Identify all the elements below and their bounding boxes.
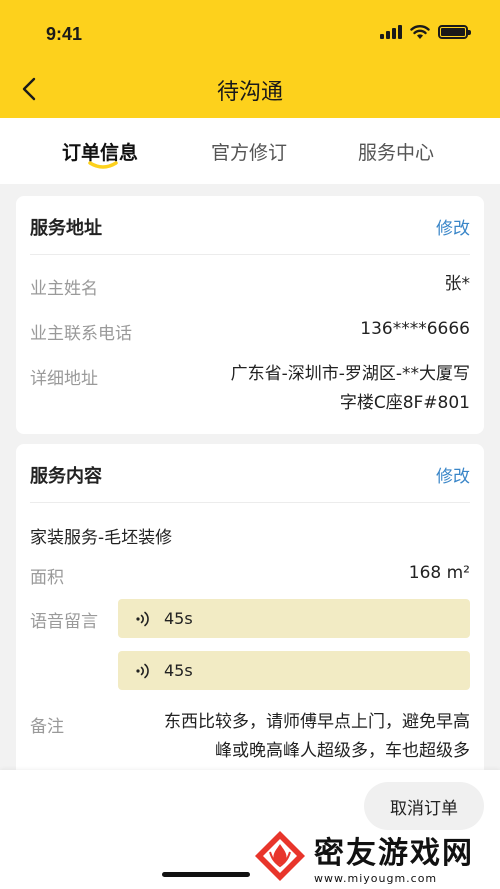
header-bar: 9:41 待沟通 [0, 0, 500, 118]
status-icons [380, 24, 471, 40]
tab-official-revision[interactable]: 官方修订 [211, 138, 287, 165]
divider [30, 254, 470, 255]
voice-duration: 45s [164, 609, 193, 628]
remark-line2: 峰或晚高峰人超级多，车也超级多 [215, 741, 470, 761]
watermark-title: 密友游戏网 [314, 835, 474, 871]
owner-phone-value: 136****6666 [360, 319, 470, 339]
area-value: 168 m² [408, 563, 470, 583]
home-indicator [162, 872, 250, 877]
watermark-url: www.miyougm.com [314, 871, 438, 885]
diamond-logo-icon [255, 831, 305, 881]
tab-service-center[interactable]: 服务中心 [358, 138, 434, 165]
owner-name-value: 张* [444, 274, 471, 294]
edit-service-button[interactable]: 修改 [436, 462, 470, 487]
address-value-line1: 广东省-深圳市-罗湖区-**大厦写 [230, 364, 470, 384]
voice-message[interactable]: 45s [118, 599, 470, 638]
sound-wave-icon [136, 611, 149, 626]
address-label: 详细地址 [30, 369, 98, 389]
voice-message-label: 语音留言 [30, 612, 98, 632]
voice-message[interactable]: 45s [118, 651, 470, 690]
owner-phone-label: 业主联系电话 [30, 324, 132, 344]
remark-line1: 东西比较多，请师傅早点上门，避免早高 [164, 712, 470, 732]
page-title: 待沟通 [216, 80, 283, 105]
service-type: 家装服务-毛坯装修 [30, 528, 173, 548]
watermark: 密友游戏网 www.miyougm.com [252, 826, 492, 886]
tab-bar: 订单信息 官方修订 服务中心 [0, 118, 500, 184]
voice-duration: 45s [164, 661, 193, 680]
active-tab-indicator [88, 161, 118, 169]
wifi-icon [410, 25, 430, 39]
address-value-line2: 字楼C座8F#801 [339, 393, 470, 413]
service-card: 服务内容 修改 家装服务-毛坯装修 面积 168 m² 语音留言 45s 45s… [16, 444, 484, 784]
cancel-order-button[interactable]: 取消订单 [364, 782, 484, 830]
address-card-title: 服务地址 [30, 218, 102, 239]
address-card: 服务地址 修改 业主姓名 张* 业主联系电话 136****6666 详细地址 … [16, 196, 484, 434]
area-label: 面积 [30, 568, 64, 588]
divider [30, 502, 470, 503]
status-time: 9:41 [46, 24, 83, 44]
owner-name-label: 业主姓名 [30, 279, 98, 299]
service-card-title: 服务内容 [30, 466, 102, 487]
sound-wave-icon [136, 663, 149, 678]
battery-icon [438, 25, 471, 39]
signal-icon [380, 25, 402, 39]
edit-address-button[interactable]: 修改 [436, 214, 470, 239]
remark-label: 备注 [30, 717, 64, 737]
